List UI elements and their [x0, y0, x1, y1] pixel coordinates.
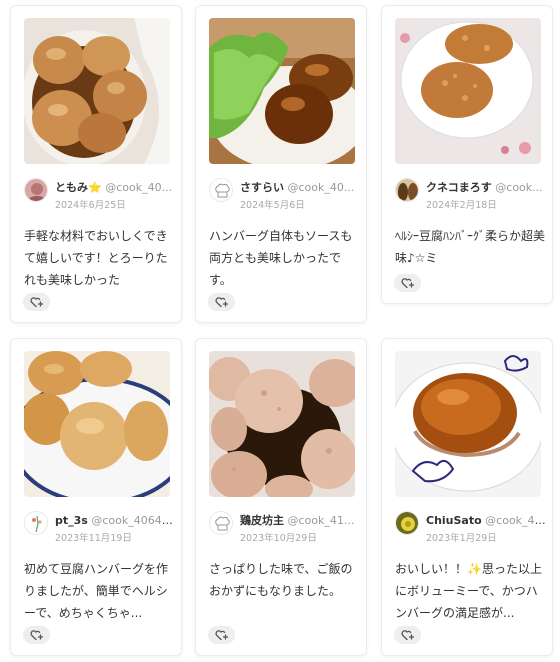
review-card[interactable]: ChiuSato @cook_40... 2023年1月29日 おいしい！！✨思… [381, 338, 553, 656]
heart-plus-icon [400, 278, 414, 289]
post-date: 2024年2月18日 [426, 200, 497, 211]
heart-plus-icon [214, 297, 228, 308]
user-name[interactable]: ChiuSato [426, 514, 482, 527]
reviewer-info: ChiuSato @cook_40... 2023年1月29日 [395, 511, 546, 551]
heart-plus-icon [29, 297, 43, 308]
review-card[interactable]: クネコまろす @cook... 2024年2月18日 ﾍﾙｼｰ豆腐ﾊﾝﾊﾞｰｸﾞ… [381, 5, 553, 304]
user-name[interactable]: pt_3s [55, 514, 88, 527]
like-button[interactable] [208, 293, 235, 311]
review-comment: おいしい！！✨思った以上にボリューミーで、かつハンバーグの満足感が... [395, 562, 542, 620]
user-avatar[interactable] [24, 511, 48, 535]
user-id: @cook_40... [485, 514, 546, 527]
review-comment: 初めて豆腐ハンバーグを作りましたが、簡単でヘルシーで、めちゃくちゃ... [24, 562, 169, 620]
reviewer-info: 鶏皮坊主 @cook_41... 2023年10月29日 [209, 511, 359, 551]
review-card[interactable]: pt_3s @cook_40641... 2023年11月19日 初めて豆腐ハン… [10, 338, 182, 656]
heart-plus-icon [29, 630, 43, 641]
dish-photo[interactable] [209, 351, 355, 497]
user-name[interactable]: ともみ⭐ [55, 181, 102, 194]
reviewer-info: さすらい @cook_40... 2024年5月6日 [209, 178, 359, 218]
post-date: 2024年6月25日 [55, 200, 126, 211]
user-name[interactable]: クネコまろす [426, 181, 492, 194]
reviewer-info: pt_3s @cook_40641... 2023年11月19日 [24, 511, 175, 551]
review-comment: 手軽な材料でおいしくできて嬉しいです！とろーりたれも美味しかった [24, 229, 168, 287]
user-name[interactable]: さすらい [240, 181, 284, 194]
like-button[interactable] [23, 293, 50, 311]
user-avatar[interactable] [24, 178, 48, 202]
heart-plus-icon [400, 630, 414, 641]
user-id: @cook_40... [287, 181, 355, 194]
review-card[interactable]: ともみ⭐ @cook_40... 2024年6月25日 手軽な材料でおいしくでき… [10, 5, 182, 323]
post-date: 2023年11月19日 [55, 533, 132, 544]
like-button[interactable] [208, 626, 235, 644]
reviewer-info: クネコまろす @cook... 2024年2月18日 [395, 178, 545, 218]
user-id: @cook_41... [287, 514, 355, 527]
dish-photo[interactable] [395, 18, 541, 164]
user-id: @cook... [495, 181, 543, 194]
user-avatar[interactable] [395, 178, 419, 202]
tsukurepo-grid: ともみ⭐ @cook_40... 2024年6月25日 手軽な材料でおいしくでき… [0, 0, 560, 662]
reviewer-info: ともみ⭐ @cook_40... 2024年6月25日 [24, 178, 174, 218]
user-avatar[interactable] [209, 178, 233, 202]
review-comment: ハンバーグ自体もソースも両方とも美味しかったです。 [209, 229, 353, 287]
user-avatar[interactable] [395, 511, 419, 535]
like-button[interactable] [394, 274, 421, 292]
review-comment: さっぱりした味で、ご飯のおかずにもなりました。 [209, 562, 353, 598]
post-date: 2024年5月6日 [240, 200, 305, 211]
dish-photo[interactable] [24, 18, 170, 164]
user-avatar[interactable] [209, 511, 233, 535]
user-name[interactable]: 鶏皮坊主 [240, 514, 284, 527]
review-card[interactable]: 鶏皮坊主 @cook_41... 2023年10月29日 さっぱりした味で、ご飯… [195, 338, 367, 656]
user-id: @cook_40641... [91, 514, 175, 527]
like-button[interactable] [23, 626, 50, 644]
dish-photo[interactable] [395, 351, 541, 497]
heart-plus-icon [214, 630, 228, 641]
post-date: 2023年1月29日 [426, 533, 497, 544]
review-card[interactable]: さすらい @cook_40... 2024年5月6日 ハンバーグ自体もソースも両… [195, 5, 367, 323]
review-comment: ﾍﾙｼｰ豆腐ﾊﾝﾊﾞｰｸﾞ柔らか超美味♪☆ミ [395, 229, 545, 265]
dish-photo[interactable] [209, 18, 355, 164]
like-button[interactable] [394, 626, 421, 644]
post-date: 2023年10月29日 [240, 533, 317, 544]
dish-photo[interactable] [24, 351, 170, 497]
user-id: @cook_40... [105, 181, 173, 194]
